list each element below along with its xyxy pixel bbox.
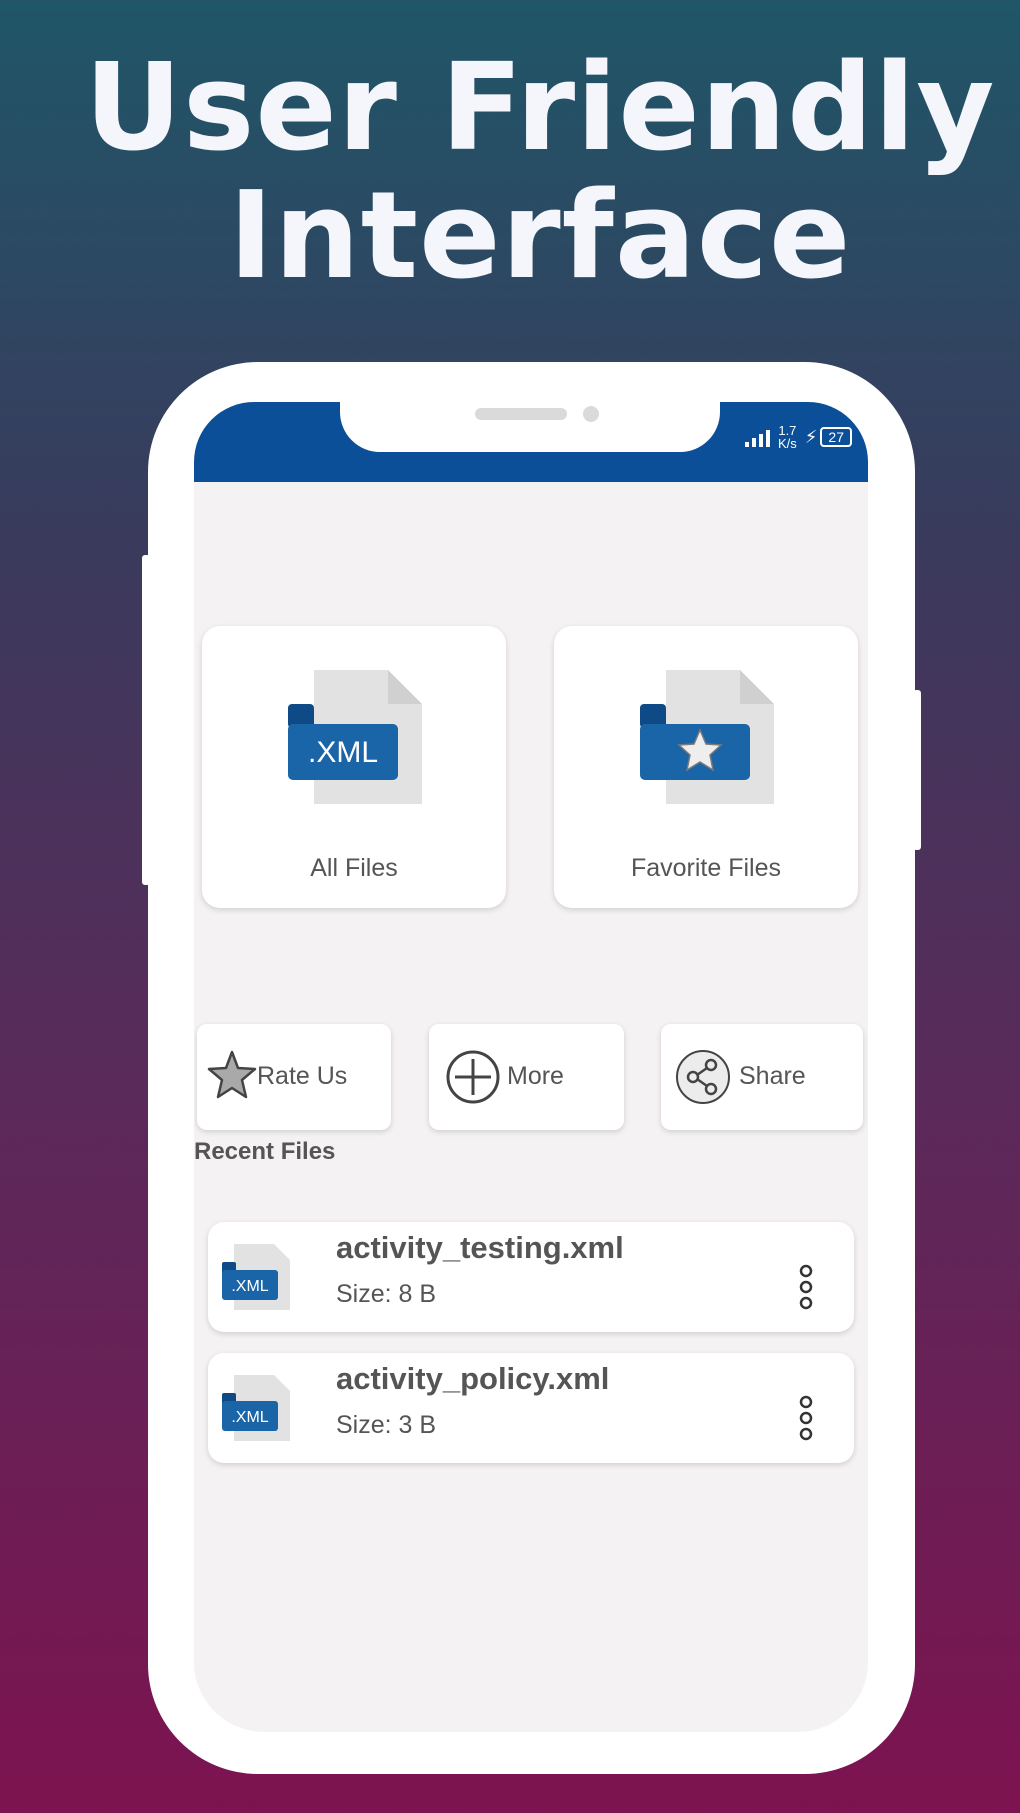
share-button[interactable]: Share <box>661 1024 863 1130</box>
xml-file-icon: .XML <box>288 670 422 804</box>
favorite-files-tile[interactable]: Favorite Files <box>554 626 858 908</box>
file-size: Size: 8 B <box>336 1280 437 1308</box>
network-speed-unit: K/s <box>777 436 797 451</box>
more-button[interactable]: More <box>429 1024 624 1130</box>
phone-frame: 1.7 K/s ⚡ 27 .XML All Files Favorite Fil… <box>148 362 915 1774</box>
signal-icon <box>744 427 770 447</box>
favorite-file-icon <box>640 670 774 804</box>
status-bar: 1.7 K/s ⚡ 27 <box>194 402 868 482</box>
favorite-files-label: Favorite Files <box>630 854 782 882</box>
headline-line-2: Interface <box>228 167 852 306</box>
recent-file-row[interactable]: .XML activity_testing.xml Size: 8 B <box>208 1222 854 1332</box>
xml-file-icon-text: .XML <box>308 736 378 769</box>
xml-file-icon: .XML <box>222 1244 290 1310</box>
more-options-icon[interactable] <box>798 1395 814 1441</box>
headline-line-1: User Friendly <box>84 39 996 178</box>
recent-file-row[interactable]: .XML activity_policy.xml Size: 3 B <box>208 1353 854 1463</box>
recent-files-heading: Recent Files <box>194 1138 336 1165</box>
battery-level: 27 <box>820 427 852 447</box>
file-icon-text: .XML <box>231 1409 268 1426</box>
file-icon-text: .XML <box>231 1278 268 1295</box>
app-screen: 1.7 K/s ⚡ 27 .XML All Files Favorite Fil… <box>194 402 868 1732</box>
file-size: Size: 3 B <box>336 1411 437 1439</box>
file-name: activity_policy.xml <box>336 1361 610 1396</box>
file-name: activity_testing.xml <box>336 1230 624 1265</box>
battery-indicator: ⚡ 27 <box>805 427 852 448</box>
more-options-icon[interactable] <box>798 1264 814 1310</box>
status-indicators: 1.7 K/s ⚡ 27 <box>744 424 852 450</box>
star-icon <box>207 1050 257 1099</box>
speaker-grille <box>475 408 567 420</box>
all-files-label: All Files <box>310 854 398 882</box>
xml-file-icon: .XML <box>222 1375 290 1441</box>
share-label: Share <box>739 1062 806 1090</box>
phone-notch <box>340 402 720 452</box>
front-camera <box>583 406 599 422</box>
network-speed: 1.7 K/s <box>778 424 797 450</box>
all-files-tile[interactable]: .XML All Files <box>202 626 506 908</box>
share-icon <box>676 1050 730 1104</box>
rate-us-button[interactable]: Rate Us <box>197 1024 391 1130</box>
charging-icon: ⚡ <box>804 426 818 447</box>
rate-us-label: Rate Us <box>257 1062 348 1090</box>
plus-circle-icon <box>446 1050 500 1104</box>
headline: User Friendly Interface <box>0 45 1020 301</box>
more-label: More <box>507 1062 564 1090</box>
